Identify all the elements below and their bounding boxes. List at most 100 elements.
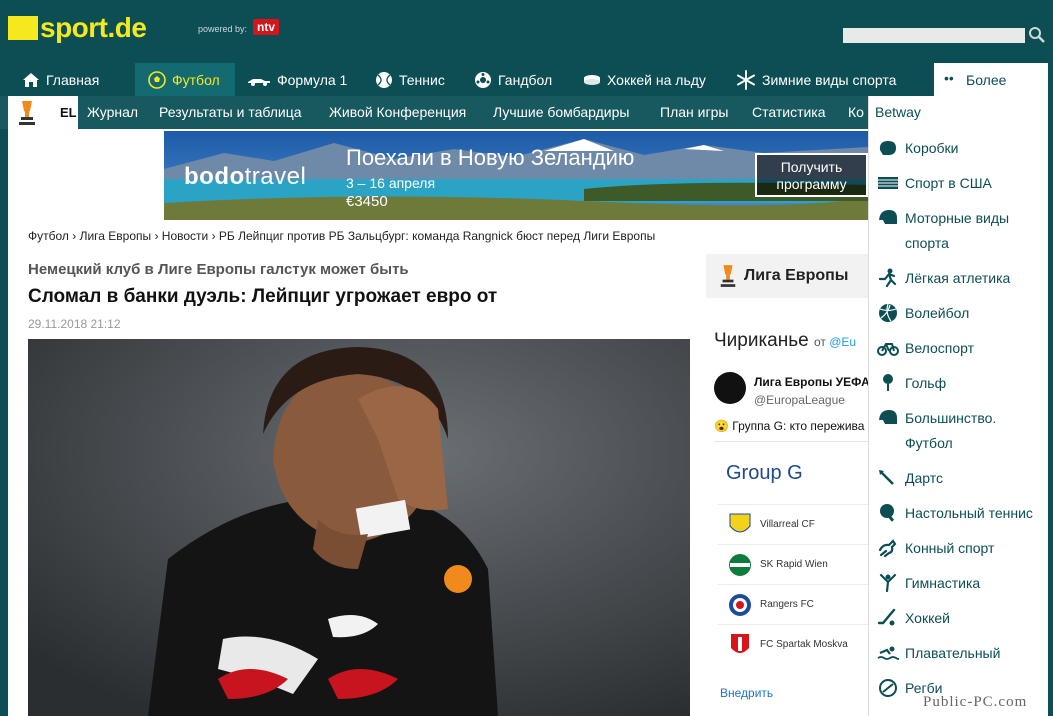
menu-item-golf[interactable]: Гольф bbox=[869, 373, 1049, 396]
article-date: 29.11.2018 21:12 bbox=[28, 317, 121, 331]
banner-brand-b: travel bbox=[244, 163, 307, 190]
football-icon bbox=[148, 70, 166, 89]
golf-icon bbox=[883, 374, 893, 391]
europa-league-logo bbox=[19, 100, 35, 125]
menu-item-label: Моторные виды спорта bbox=[905, 210, 1010, 251]
el-badge-label: EL bbox=[60, 105, 77, 120]
breadcrumb[interactable]: Футбол › Лига Европы › Новости › РБ Лейп… bbox=[28, 229, 655, 243]
menu-item-boxing[interactable]: Коробки bbox=[869, 138, 1049, 161]
menu-item-label: Дартс bbox=[905, 470, 944, 486]
nav-tennis[interactable]: Теннис bbox=[375, 63, 445, 96]
team-row: FC Spartak Moskva bbox=[718, 624, 868, 664]
article-headline: Сломал в банки дуэль: Лейпциг угрожает е… bbox=[28, 286, 498, 307]
nav-ice-hockey[interactable]: Хоккей на льду bbox=[583, 63, 706, 96]
europa-league-badge[interactable]: EL bbox=[8, 96, 78, 129]
team-name: FC Spartak Moskva bbox=[760, 639, 848, 650]
menu-item-label: Настольный теннис bbox=[905, 505, 1033, 521]
search-input[interactable] bbox=[843, 28, 1025, 43]
team-name: SK Rapid Wien bbox=[760, 559, 828, 570]
menu-item-hockey[interactable]: Хоккей bbox=[869, 608, 1049, 631]
menu-item-darts[interactable]: Дартс bbox=[869, 468, 1049, 491]
tweet-media-card[interactable]: Group G Villarreal CF SK Rapid Wien Rang… bbox=[714, 441, 868, 711]
main-nav: Главная Футбол Формула 1 Теннис Гандбол … bbox=[0, 63, 1053, 96]
nav-football[interactable]: Футбол bbox=[135, 63, 235, 96]
rugby-icon bbox=[879, 679, 897, 697]
worried-emoji-icon: 😮 bbox=[714, 419, 733, 433]
hockey-icon bbox=[877, 608, 896, 626]
nav-handball-label: Гандбол bbox=[498, 71, 553, 88]
team-row: SK Rapid Wien bbox=[718, 544, 868, 584]
subnav-more-truncated[interactable]: Ко bbox=[848, 104, 864, 120]
gymnastics-icon bbox=[879, 573, 897, 593]
menu-item-label: Конный спорт bbox=[905, 540, 995, 556]
site-logo[interactable]: sport.de bbox=[8, 12, 147, 43]
menu-item-us-sports[interactable]: Спорт в США bbox=[869, 173, 1049, 196]
search-icon[interactable] bbox=[1028, 26, 1046, 44]
menu-item-label: Велоспорт bbox=[905, 340, 975, 356]
twitter-widget-title: Чириканье от @Eu bbox=[714, 330, 856, 352]
dart-icon bbox=[879, 470, 894, 485]
ad-banner[interactable]: bodotravel Поехали в Новую Зеландию 3 – … bbox=[164, 131, 868, 220]
rangers-crest-icon bbox=[729, 593, 751, 616]
menu-item-american-football[interactable]: Большинство. Футбол bbox=[869, 408, 1049, 456]
logo-text: sport.de bbox=[40, 12, 147, 43]
tweet-avatar[interactable] bbox=[714, 372, 746, 404]
handball-icon bbox=[475, 71, 491, 88]
banner-brand-a: bodo bbox=[184, 163, 245, 190]
subnav-magazine[interactable]: Журнал bbox=[87, 104, 138, 120]
subnav-schedule[interactable]: План игры bbox=[660, 104, 728, 120]
menu-item-label: Спорт в США bbox=[905, 175, 992, 191]
subnav-live-conference[interactable]: Живой Конференция bbox=[329, 104, 466, 120]
menu-item-equestrian[interactable]: Конный спорт bbox=[869, 538, 1049, 561]
twitter-by-handle[interactable]: @Eu bbox=[829, 335, 856, 349]
us-flag-icon bbox=[878, 177, 898, 189]
nav-football-label: Футбол bbox=[172, 71, 220, 88]
snowflake-icon bbox=[737, 69, 755, 90]
banner-cta-button[interactable]: Получить программу bbox=[755, 153, 868, 197]
nav-formula1-label: Формула 1 bbox=[277, 71, 348, 88]
nav-handball[interactable]: Гандбол bbox=[474, 63, 552, 96]
menu-item-table-tennis[interactable]: Настольный теннис bbox=[869, 503, 1049, 526]
team-row: Rangers FC bbox=[718, 584, 868, 624]
watermark: Public-PC.com bbox=[923, 694, 1028, 710]
dots-icon: •• bbox=[944, 69, 954, 86]
table-tennis-icon bbox=[880, 504, 895, 522]
banner-title: Поехали в Новую Зеландию bbox=[346, 145, 635, 170]
twitter-title-label: Чириканье bbox=[714, 330, 809, 351]
menu-item-label: Коробки bbox=[905, 140, 959, 156]
menu-item-gymnastics[interactable]: Гимнастика bbox=[869, 573, 1049, 596]
tweet-author-handle[interactable]: @EuropaLeague bbox=[754, 393, 845, 407]
spartak-crest-icon bbox=[731, 633, 749, 653]
menu-item-volleyball[interactable]: Волейбол bbox=[869, 303, 1049, 326]
menu-item-cycling[interactable]: Велоспорт bbox=[869, 338, 1049, 361]
nav-ice-hockey-label: Хоккей на льду bbox=[607, 71, 706, 88]
competition-header[interactable]: Лига Европы bbox=[706, 254, 868, 298]
subnav-statistics[interactable]: Статистика bbox=[752, 104, 826, 120]
menu-item-athletics[interactable]: Лёгкая атлетика bbox=[869, 268, 1049, 291]
nav-more[interactable]: •• Более bbox=[934, 63, 1048, 96]
bicycle-icon bbox=[877, 343, 899, 356]
menu-item-label: Плавательный bbox=[905, 645, 1001, 661]
nav-winter-sports[interactable]: Зимние виды спорта bbox=[736, 63, 896, 96]
nav-home[interactable]: Главная bbox=[22, 63, 99, 96]
runner-icon bbox=[878, 268, 897, 288]
nav-more-label: Более bbox=[966, 71, 1007, 88]
tweet-author-name[interactable]: Лига Европы УЕФА bbox=[754, 375, 868, 389]
twitter-by-label: от bbox=[814, 335, 826, 349]
tennis-icon bbox=[376, 71, 392, 88]
home-icon bbox=[23, 72, 39, 87]
group-title: Group G bbox=[726, 462, 803, 484]
menu-item-swimming[interactable]: Плавательный bbox=[869, 643, 1049, 666]
ntv-logo[interactable]: ntv bbox=[253, 19, 279, 35]
menu-item-betway[interactable]: Betway bbox=[869, 102, 1049, 125]
menu-item-label: Гимнастика bbox=[905, 575, 981, 591]
embed-link[interactable]: Внедрить bbox=[720, 686, 773, 700]
subnav-results-table[interactable]: Результаты и таблица bbox=[159, 104, 302, 120]
nav-formula1[interactable]: Формула 1 bbox=[247, 63, 347, 96]
ice-hockey-icon bbox=[584, 74, 600, 85]
subnav-top-scorers[interactable]: Лучшие бомбардиры bbox=[493, 104, 629, 120]
banner-dates: 3 – 16 апреля bbox=[346, 175, 436, 191]
menu-item-label: Betway bbox=[875, 104, 921, 120]
menu-item-motorsport[interactable]: Моторные виды спорта bbox=[869, 208, 1049, 256]
article-subtitle: Немецкий клуб в Лиге Европы галстук може… bbox=[28, 261, 409, 278]
